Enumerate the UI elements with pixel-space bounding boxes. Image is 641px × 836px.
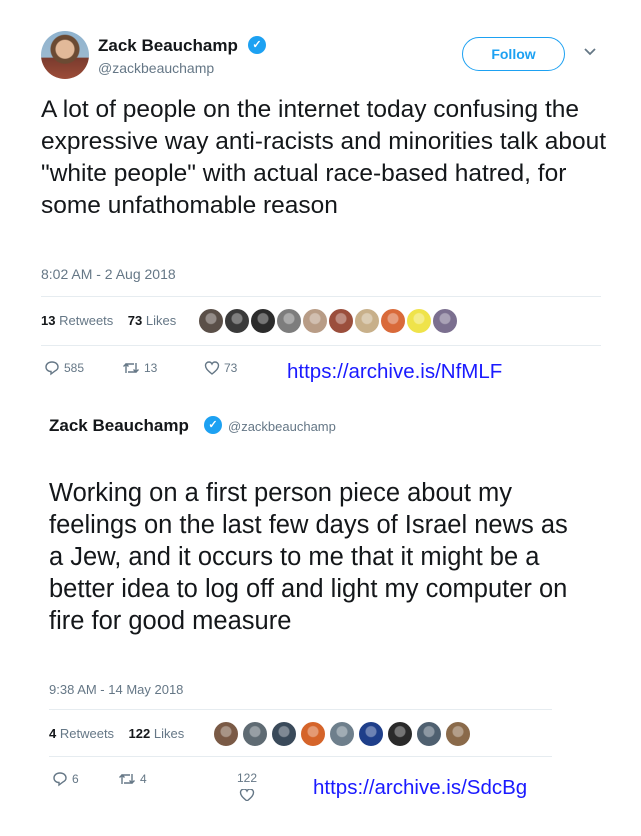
liker-avatar[interactable]: [445, 721, 471, 747]
retweet-count: 4: [140, 772, 147, 786]
reply-count: 6: [72, 772, 79, 786]
reply-icon: [53, 772, 67, 787]
liker-avatar[interactable]: [354, 308, 380, 334]
avatar[interactable]: [41, 31, 89, 79]
author-handle[interactable]: @zackbeauchamp: [98, 60, 214, 76]
heart-icon: [204, 361, 220, 375]
liker-avatar[interactable]: [380, 308, 406, 334]
liker-avatar[interactable]: [432, 308, 458, 334]
retweet-icon: [119, 774, 135, 784]
liker-avatar[interactable]: [276, 308, 302, 334]
liker-avatar[interactable]: [271, 721, 297, 747]
retweet-count: 13: [144, 361, 158, 375]
retweets-count[interactable]: 4: [49, 726, 56, 741]
engagement-stats: 13 Retweets 73 Likes: [41, 313, 176, 328]
tweet-2: Zack Beauchamp ✓ @zackbeauchamp Working …: [0, 406, 641, 836]
reply-icon: [45, 361, 59, 376]
liker-avatar[interactable]: [329, 721, 355, 747]
liker-avatar[interactable]: [224, 308, 250, 334]
author-name[interactable]: Zack Beauchamp: [49, 416, 189, 436]
likes-label[interactable]: Likes: [154, 726, 184, 741]
tweet-1: Zack Beauchamp ✓ @zackbeauchamp Follow A…: [0, 0, 641, 406]
retweet-icon: [123, 363, 139, 373]
archive-link[interactable]: https://archive.is/NfMLF: [287, 360, 502, 384]
likes-count[interactable]: 73: [128, 313, 142, 328]
tweet-timestamp[interactable]: 9:38 AM - 14 May 2018: [49, 682, 183, 697]
author-name[interactable]: Zack Beauchamp: [98, 36, 238, 56]
tweet-text: A lot of people on the internet today co…: [41, 96, 607, 219]
engagement-stats: 4 Retweets 122 Likes: [49, 726, 184, 741]
follow-button[interactable]: Follow: [462, 37, 565, 71]
retweet-button[interactable]: 4: [118, 771, 147, 787]
divider: [41, 345, 601, 346]
liker-avatar[interactable]: [406, 308, 432, 334]
verified-badge-icon: ✓: [248, 36, 266, 54]
reply-button[interactable]: 585: [44, 360, 84, 376]
retweets-label[interactable]: Retweets: [60, 726, 114, 741]
likes-count[interactable]: 122: [129, 726, 151, 741]
liker-avatar[interactable]: [302, 308, 328, 334]
liker-avatar[interactable]: [358, 721, 384, 747]
heart-icon: [239, 789, 255, 801]
tweet-timestamp[interactable]: 8:02 AM - 2 Aug 2018: [41, 266, 176, 282]
retweets-count[interactable]: 13: [41, 313, 55, 328]
retweet-button[interactable]: 13: [122, 360, 157, 376]
likes-label[interactable]: Likes: [146, 313, 176, 328]
liker-avatar[interactable]: [387, 721, 413, 747]
author-handle[interactable]: @zackbeauchamp: [228, 419, 336, 434]
divider: [41, 296, 601, 297]
liker-avatar[interactable]: [213, 721, 239, 747]
liker-avatar[interactable]: [416, 721, 442, 747]
chevron-down-icon[interactable]: [583, 44, 597, 61]
liker-avatar[interactable]: [198, 308, 224, 334]
divider: [49, 756, 552, 757]
tweet-text: Working on a first person piece about my…: [49, 479, 568, 635]
divider: [49, 709, 552, 710]
liker-avatar[interactable]: [328, 308, 354, 334]
verified-badge-icon: ✓: [204, 416, 222, 434]
like-count: 122: [237, 771, 258, 785]
liker-avatar[interactable]: [242, 721, 268, 747]
like-count: 73: [224, 361, 238, 375]
archive-link[interactable]: https://archive.is/SdcBg: [313, 776, 527, 800]
like-button[interactable]: 73: [204, 360, 237, 376]
retweets-label[interactable]: Retweets: [59, 313, 113, 328]
liker-avatar[interactable]: [250, 308, 276, 334]
reply-button[interactable]: 6: [52, 771, 79, 787]
liker-avatar[interactable]: [300, 721, 326, 747]
reply-count: 585: [64, 361, 85, 375]
like-button[interactable]: 122: [237, 771, 257, 801]
